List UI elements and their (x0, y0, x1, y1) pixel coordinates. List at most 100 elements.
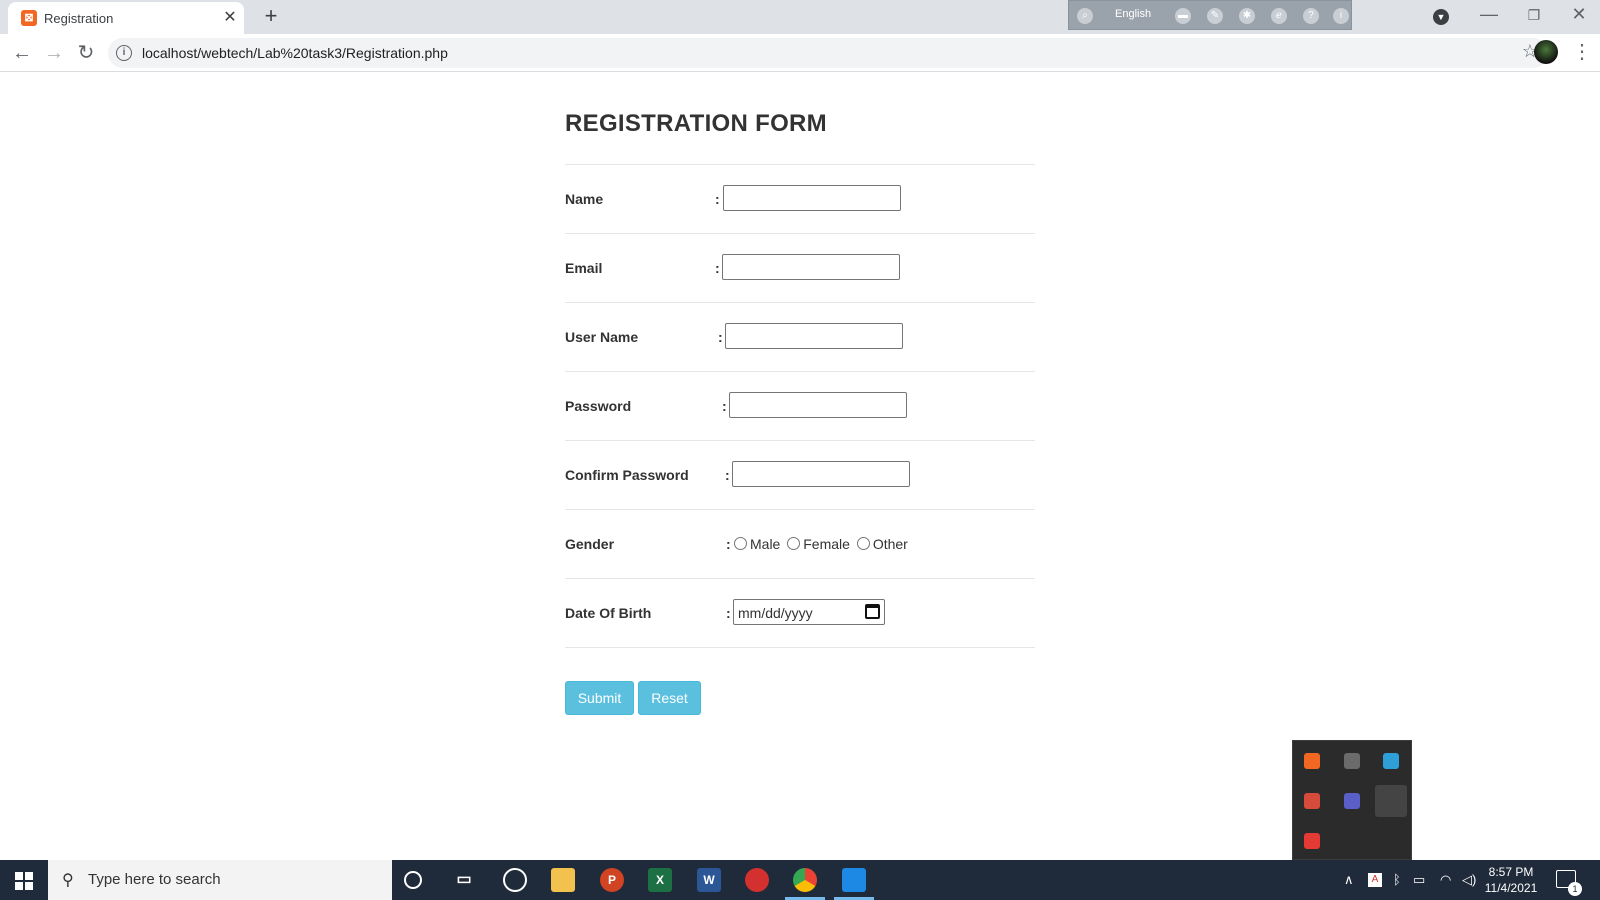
name-label: Name (565, 191, 604, 207)
calendar-icon[interactable] (865, 604, 880, 619)
gender-radio-group: Male Female Other (731, 536, 908, 552)
username-colon: : (718, 329, 723, 345)
name-input[interactable] (723, 185, 901, 211)
username-label: User Name (565, 329, 639, 345)
gender-label: Gender (565, 536, 615, 552)
tab-search-icon[interactable]: ▼ (1433, 9, 1449, 25)
search-placeholder: Type here to search (88, 871, 221, 888)
ime-pad-icon[interactable]: ℯ (1271, 8, 1287, 24)
gender-other-label: Other (872, 536, 908, 552)
language-bar-handle-icon[interactable]: ⌕ (1077, 8, 1093, 24)
bluetooth-icon[interactable]: ᛒ (1393, 872, 1401, 887)
confirm-password-row: Confirm Password : (565, 441, 1035, 510)
obs-icon[interactable] (503, 868, 527, 892)
username-row: User Name : (565, 303, 1035, 372)
keyboard-icon[interactable]: ▬ (1175, 8, 1191, 24)
pen-tray-icon[interactable] (1375, 785, 1407, 817)
xampp-favicon-icon: ⊠ (21, 10, 37, 26)
gender-colon: : (726, 536, 731, 552)
settings-icon[interactable]: ✱ (1239, 8, 1255, 24)
search-icon: ⚲ (62, 872, 74, 889)
forward-button[interactable]: → (40, 39, 68, 67)
browser-toolbar: ← → ↻ i localhost/webtech/Lab%20task3/Re… (0, 34, 1600, 72)
email-label: Email (565, 260, 603, 276)
dob-row: Date Of Birth : mm/dd/yyyy (565, 579, 1035, 648)
brush-icon[interactable]: ✎ (1207, 8, 1223, 24)
restore-button[interactable]: ❐ (1511, 7, 1557, 24)
taskbar-search-box[interactable]: ⚲ Type here to search (48, 860, 392, 900)
address-bar[interactable]: i localhost/webtech/Lab%20task3/Registra… (108, 38, 1548, 68)
clock-time: 8:57 PM (1488, 865, 1534, 879)
email-input[interactable] (722, 254, 900, 280)
password-row: Password : (565, 372, 1035, 441)
gender-male-radio[interactable] (734, 537, 747, 550)
clock-date: 11/4/2021 (1484, 881, 1538, 895)
email-colon: : (715, 260, 720, 276)
file-explorer-icon[interactable] (551, 868, 575, 892)
reset-button[interactable]: Reset (638, 681, 701, 715)
gender-other-radio[interactable] (856, 537, 870, 550)
gender-row: Gender : Male Female Other (565, 510, 1035, 579)
xampp-tray-icon[interactable] (1304, 753, 1320, 769)
network-tray-icon[interactable] (1383, 753, 1399, 769)
windows-taskbar: ⚲ Type here to search ▭ P X W ∧ A ᛒ ▭ ◠ … (0, 860, 1600, 900)
volume-icon[interactable]: ◁) (1462, 872, 1476, 888)
tab-title: Registration (44, 11, 114, 26)
url-text[interactable]: localhost/webtech/Lab%20task3/Registrati… (142, 45, 448, 61)
app-icon[interactable] (745, 868, 769, 892)
name-row: Name : (565, 165, 1035, 234)
vscode-icon[interactable] (842, 868, 866, 892)
word-icon[interactable]: W (697, 868, 721, 892)
close-window-button[interactable]: ✕ (1556, 4, 1600, 25)
notification-badge: 1 (1568, 882, 1582, 896)
page-title: REGISTRATION FORM (565, 110, 827, 137)
dob-input[interactable]: mm/dd/yyyy (733, 599, 885, 625)
language-bar-language[interactable]: English (1115, 8, 1151, 20)
dob-label: Date Of Birth (565, 605, 652, 621)
tab-registration[interactable]: ⊠ Registration ✕ (8, 2, 244, 34)
username-input[interactable] (725, 323, 903, 349)
dob-colon: : (726, 605, 731, 621)
reload-button[interactable]: ↻ (72, 39, 100, 67)
site-info-icon[interactable]: i (116, 45, 132, 61)
tray-overflow-flyout (1292, 740, 1412, 860)
minimize-button[interactable]: — (1466, 4, 1512, 25)
confirm-password-colon: : (725, 467, 730, 483)
language-bar: ⌕ English ▬ ✎ ✱ ℯ ? i (1068, 0, 1352, 30)
gender-female-label: Female (803, 536, 850, 552)
display-tray-icon[interactable] (1344, 753, 1360, 769)
info-icon[interactable]: i (1333, 8, 1349, 24)
gender-male-label: Male (750, 536, 781, 552)
dob-placeholder: mm/dd/yyyy (738, 605, 813, 621)
cortana-icon[interactable] (404, 871, 422, 889)
excel-icon[interactable]: X (648, 868, 672, 892)
confirm-password-label: Confirm Password (565, 467, 689, 483)
confirm-password-input[interactable] (732, 461, 910, 487)
tray-overflow-chevron-icon[interactable]: ∧ (1344, 872, 1354, 888)
password-label: Password (565, 398, 632, 414)
wifi-icon[interactable]: ◠ (1440, 872, 1451, 888)
powerpoint-icon[interactable]: P (600, 868, 624, 892)
profile-avatar[interactable] (1534, 40, 1558, 64)
new-tab-button[interactable]: + (260, 5, 282, 27)
teams-tray-icon[interactable] (1344, 793, 1360, 809)
email-row: Email : (565, 234, 1035, 303)
app-tray-icon[interactable] (1304, 793, 1320, 809)
chrome-icon[interactable] (793, 868, 817, 892)
password-colon: : (722, 398, 727, 414)
submit-button[interactable]: Submit (565, 681, 634, 715)
browser-menu-icon[interactable]: ⋮ (1572, 40, 1592, 64)
acrobat-tray-icon[interactable]: A (1368, 873, 1382, 887)
anydesk-tray-icon[interactable] (1304, 833, 1320, 849)
gender-female-radio[interactable] (787, 537, 801, 550)
taskbar-clock[interactable]: 8:57 PM 11/4/2021 (1480, 864, 1542, 896)
back-button[interactable]: ← (8, 39, 36, 67)
password-input[interactable] (729, 392, 907, 418)
start-button[interactable] (0, 860, 48, 900)
name-colon: : (715, 191, 720, 207)
windows-logo-icon (15, 872, 23, 880)
tab-close-icon[interactable]: ✕ (220, 8, 240, 28)
help-icon[interactable]: ? (1303, 8, 1319, 24)
battery-icon[interactable]: ▭ (1413, 872, 1425, 888)
task-view-icon[interactable]: ▭ (452, 868, 476, 892)
